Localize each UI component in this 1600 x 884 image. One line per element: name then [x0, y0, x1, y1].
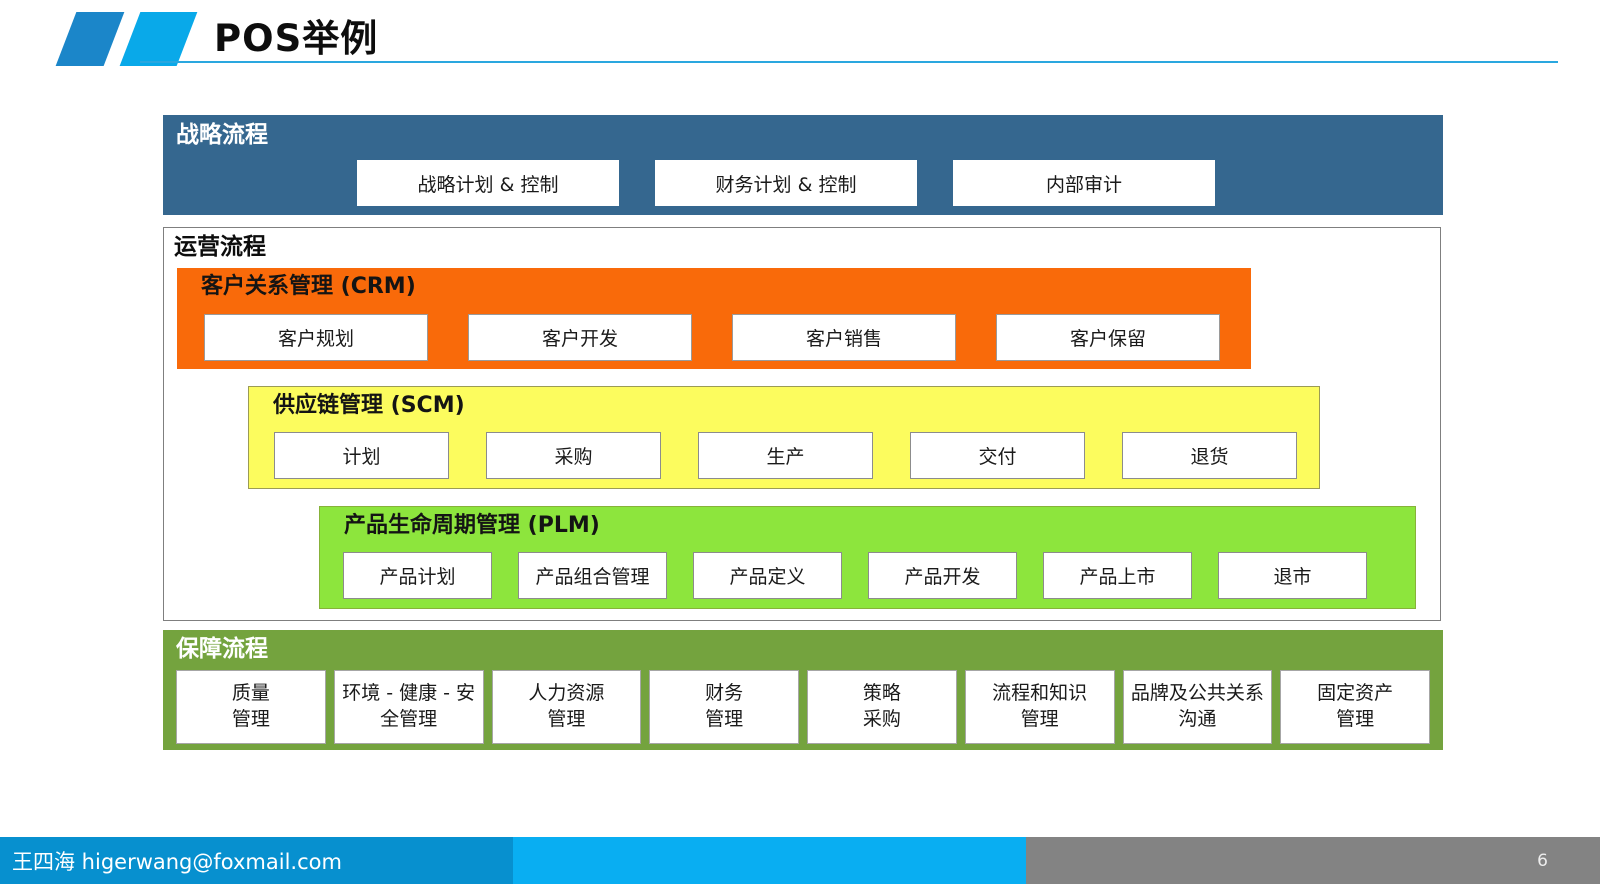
crm-box-row: 客户规划 客户开发 客户销售 客户保留	[204, 314, 1220, 361]
operations-process-section: 运营流程 客户关系管理 (CRM) 客户规划 客户开发 客户销售 客户保留 供应链管理…	[163, 227, 1441, 621]
footer-segment-gray	[1026, 837, 1600, 884]
crm-group: 客户关系管理 (CRM) 客户规划 客户开发 客户销售 客户保留	[177, 268, 1251, 369]
support-process-box: 质量 管理	[176, 670, 326, 744]
scm-process-box: 退货	[1122, 432, 1297, 479]
crm-process-box: 客户保留	[996, 314, 1220, 361]
header-divider	[140, 61, 1558, 63]
plm-box-row: 产品计划 产品组合管理 产品定义 产品开发 产品上市 退市	[343, 552, 1367, 599]
scm-process-box: 采购	[486, 432, 661, 479]
scm-group-label: 供应链管理 (SCM)	[273, 393, 465, 418]
strategic-process-box: 内部审计	[953, 160, 1215, 206]
plm-process-box: 产品组合管理	[518, 552, 667, 599]
crm-process-box: 客户开发	[468, 314, 692, 361]
support-process-section: 保障流程 质量 管理 环境 - 健康 - 安 全管理 人力资源 管理 财务 管理 策略 …	[163, 630, 1443, 750]
page-number: 6	[1537, 850, 1548, 871]
support-process-box: 品牌及公共关系 沟通	[1122, 670, 1273, 744]
strategic-process-section: 战略流程 战略计划 & 控制 财务计划 & 控制 内部审计	[163, 115, 1443, 215]
support-process-box: 财务 管理	[649, 670, 799, 744]
support-process-box: 环境 - 健康 - 安 全管理	[333, 670, 484, 744]
page-title: POS举例	[214, 17, 379, 60]
scm-group: 供应链管理 (SCM) 计划 采购 生产 交付 退货	[248, 386, 1320, 489]
scm-process-box: 生产	[698, 432, 873, 479]
crm-process-box: 客户规划	[204, 314, 428, 361]
plm-group-label: 产品生命周期管理 (PLM)	[344, 513, 600, 538]
support-process-box: 流程和知识 管理	[964, 670, 1115, 744]
plm-process-box: 产品计划	[343, 552, 492, 599]
operations-process-label: 运营流程	[174, 234, 266, 260]
plm-process-box: 产品上市	[1043, 552, 1192, 599]
footer-segment-light-blue	[513, 837, 1026, 884]
crm-group-label: 客户关系管理 (CRM)	[201, 274, 416, 299]
plm-process-box: 产品开发	[868, 552, 1017, 599]
plm-process-box: 退市	[1218, 552, 1367, 599]
support-box-row: 质量 管理 环境 - 健康 - 安 全管理 人力资源 管理 财务 管理 策略 采购 流程和…	[176, 670, 1430, 744]
logo-parallelogram-light-icon	[119, 12, 198, 66]
scm-box-row: 计划 采购 生产 交付 退货	[274, 432, 1297, 479]
crm-process-box: 客户销售	[732, 314, 956, 361]
strategic-box-row: 战略计划 & 控制 财务计划 & 控制 内部审计	[357, 160, 1215, 206]
strategic-process-label: 战略流程	[176, 122, 268, 148]
strategic-process-box: 战略计划 & 控制	[357, 160, 619, 206]
support-process-label: 保障流程	[176, 636, 268, 662]
scm-process-box: 计划	[274, 432, 449, 479]
footer-author-email: 王四海 higerwang@foxmail.com	[12, 849, 342, 874]
plm-process-box: 产品定义	[693, 552, 842, 599]
support-process-box: 人力资源 管理	[491, 670, 642, 744]
plm-group: 产品生命周期管理 (PLM) 产品计划 产品组合管理 产品定义 产品开发 产品上市 退市	[319, 506, 1416, 609]
strategic-process-box: 财务计划 & 控制	[655, 160, 917, 206]
scm-process-box: 交付	[910, 432, 1085, 479]
support-process-box: 策略 采购	[807, 670, 957, 744]
footer-bar: 王四海 higerwang@foxmail.com 6	[0, 837, 1600, 884]
support-process-box: 固定资产 管理	[1280, 670, 1430, 744]
logo-parallelogram-dark-icon	[55, 12, 125, 66]
